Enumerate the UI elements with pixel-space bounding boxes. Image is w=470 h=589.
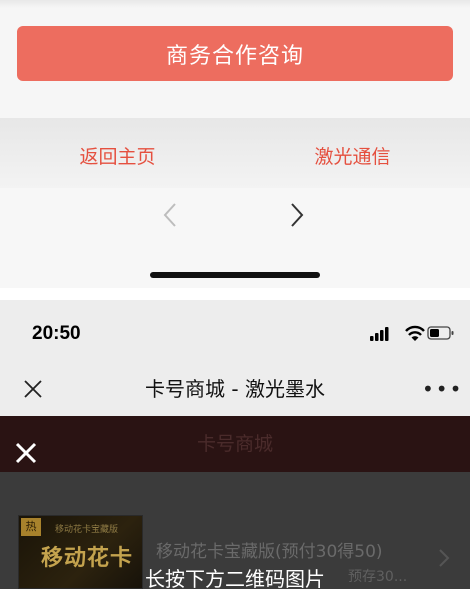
laser-comm-link[interactable]: 激光通信 bbox=[235, 118, 470, 188]
status-time: 20:50 bbox=[32, 323, 81, 344]
return-home-link[interactable]: 返回主页 bbox=[0, 118, 235, 188]
shadow-line bbox=[0, 0, 470, 8]
overlay-caption: 长按下方二维码图片 bbox=[145, 567, 325, 589]
page-header: 卡号商城 bbox=[0, 416, 470, 472]
product-name[interactable]: 移动花卡宝藏版(预付30得50) bbox=[156, 537, 383, 562]
back-arrow-icon[interactable] bbox=[160, 200, 182, 230]
hot-badge: 热 bbox=[21, 518, 41, 536]
forward-arrow-icon[interactable] bbox=[287, 200, 309, 230]
business-consult-button[interactable]: 商务合作咨询 bbox=[17, 26, 453, 81]
screenshot-divider bbox=[0, 288, 470, 300]
more-options-icon[interactable]: ••• bbox=[422, 379, 463, 399]
wifi-icon bbox=[405, 325, 425, 341]
battery-icon bbox=[427, 326, 454, 340]
page-title: 卡号商城 - 激光墨水 bbox=[145, 377, 325, 401]
product-image-small-text: 移动花卡宝藏版 bbox=[55, 525, 119, 535]
status-icons bbox=[370, 325, 454, 341]
home-indicator bbox=[150, 272, 320, 278]
page-header-title: 卡号商城 bbox=[196, 433, 273, 455]
link-row: 返回主页 激光通信 bbox=[0, 118, 470, 188]
signal-icon bbox=[370, 327, 389, 341]
overlay-close-icon[interactable] bbox=[14, 441, 38, 465]
